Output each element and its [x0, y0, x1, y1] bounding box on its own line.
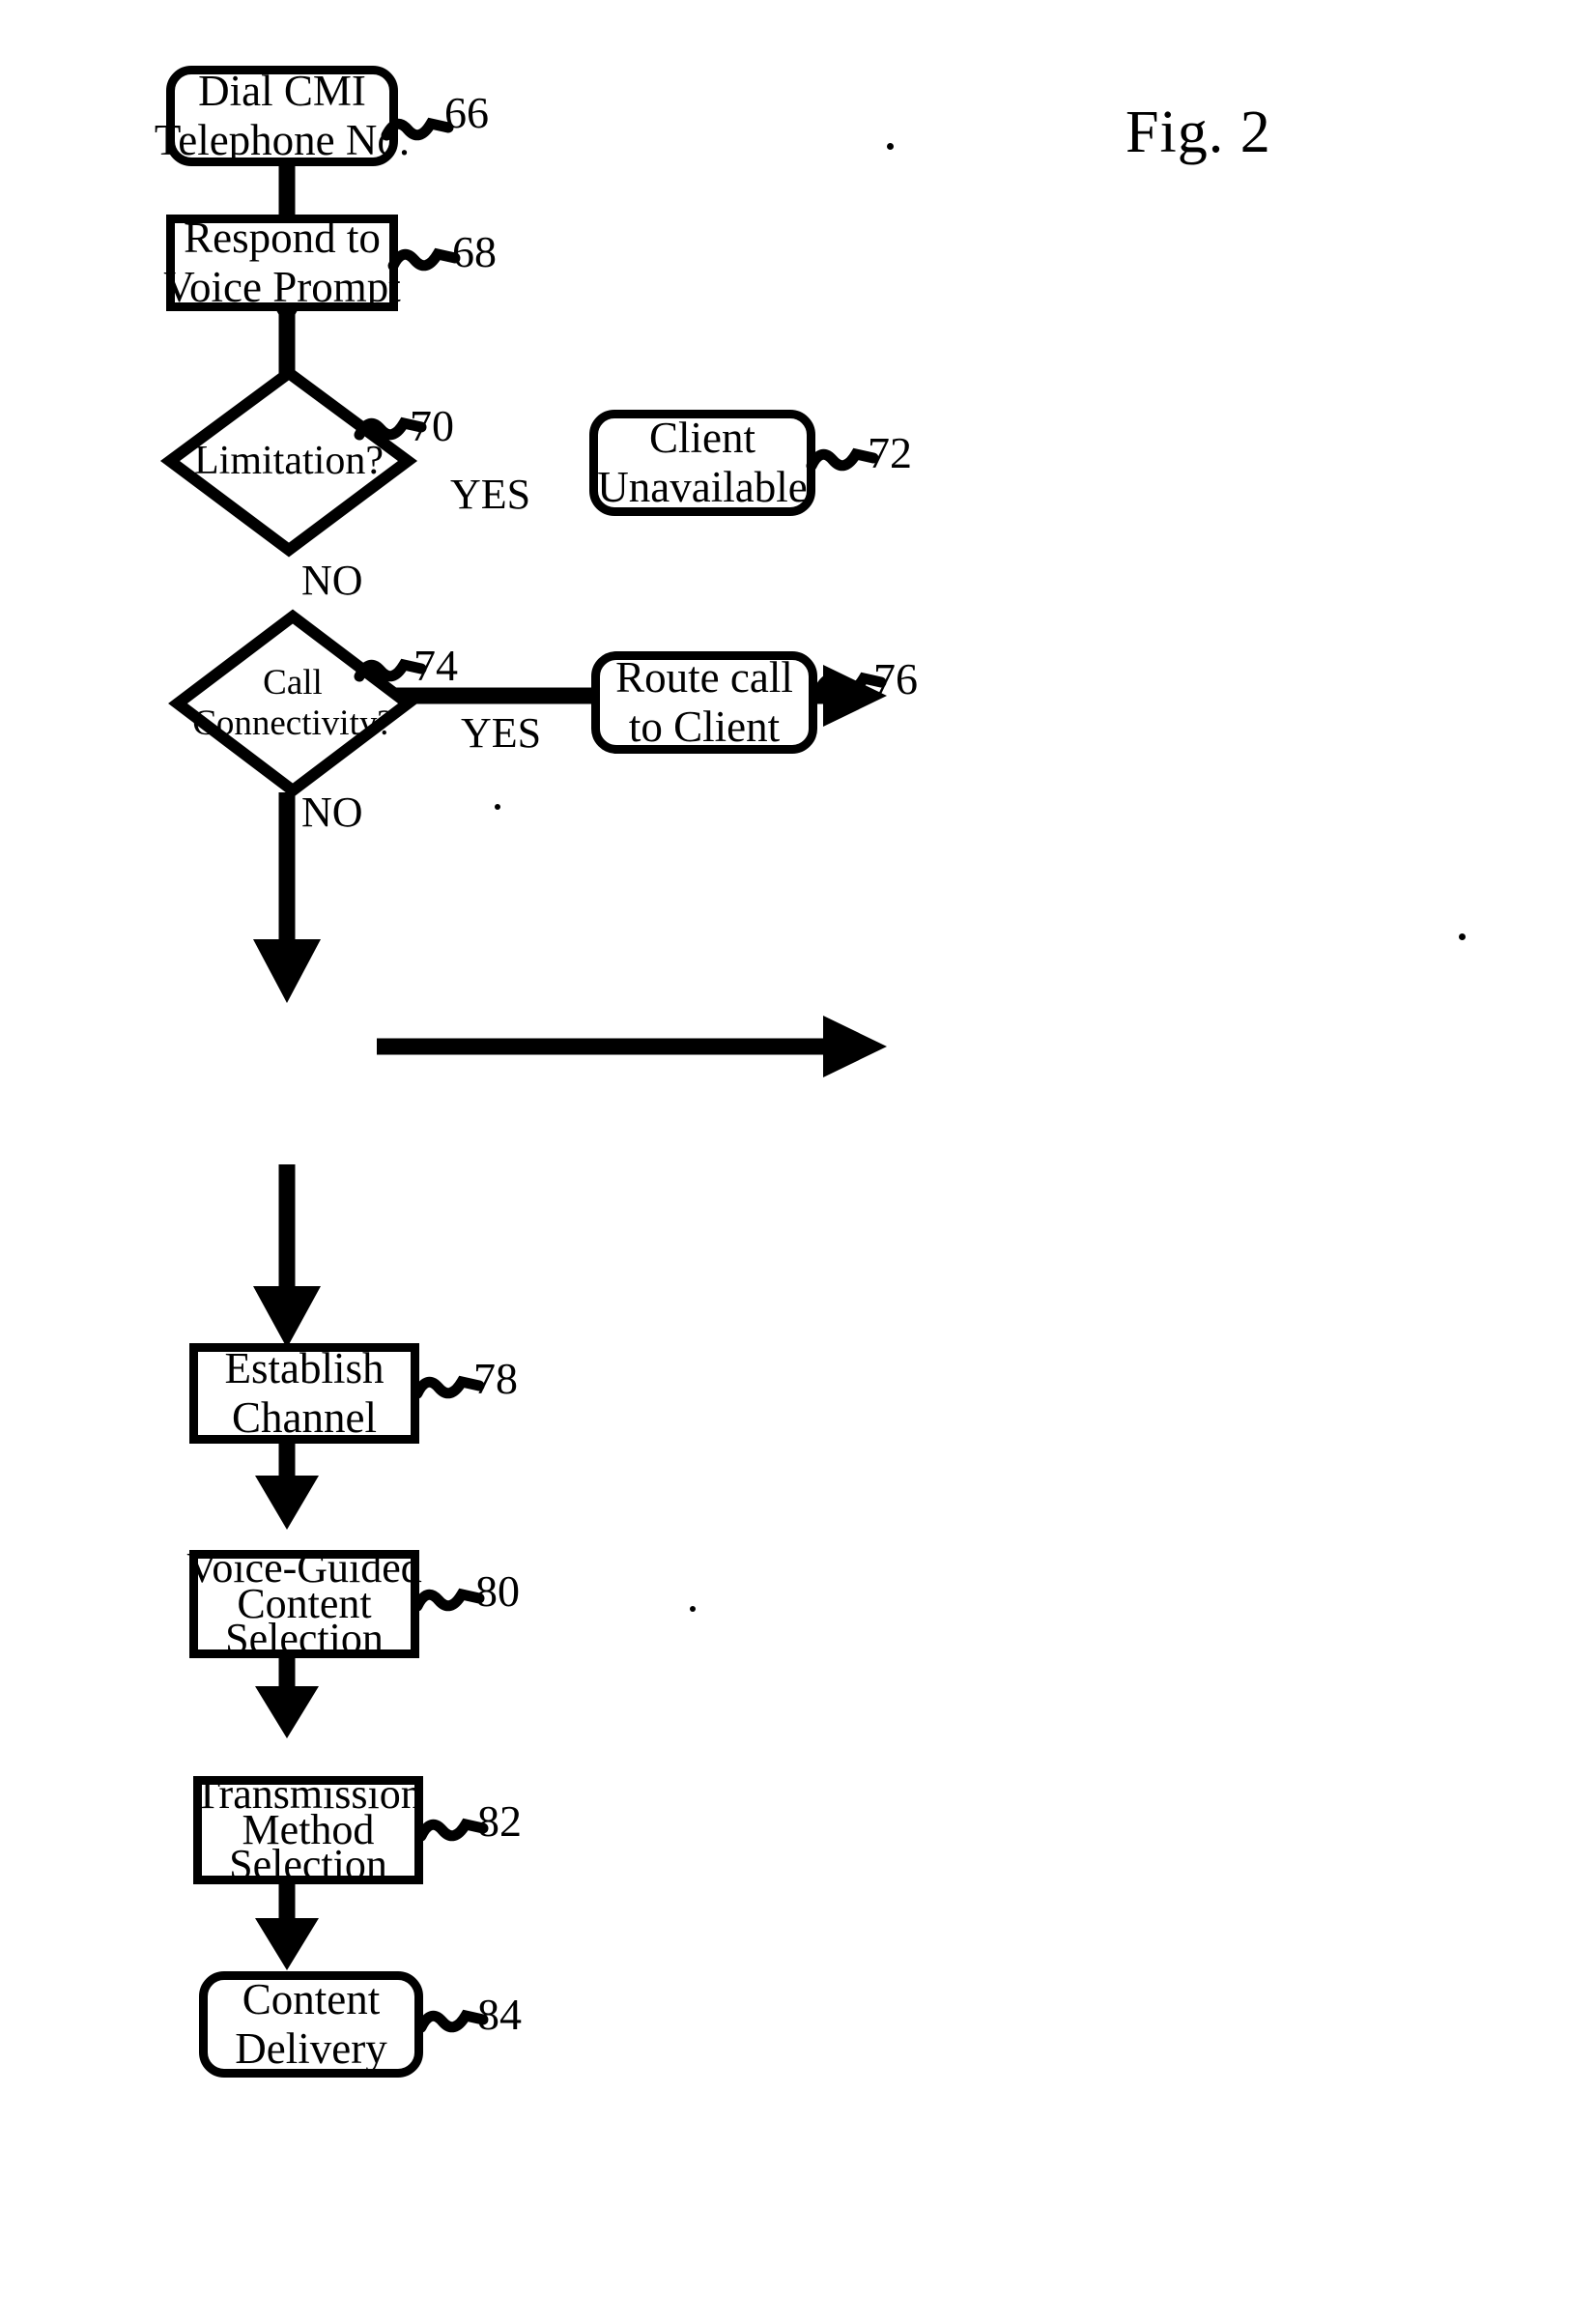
node-transmission-method-selection[interactable]: Transmission Method Selection	[193, 1772, 423, 1889]
scan-speck	[690, 1606, 696, 1612]
ref-num-72: 72	[868, 428, 912, 477]
ref-num-68: 68	[452, 227, 497, 276]
node-client-unavailable-line-2: Unavailable	[597, 463, 808, 511]
node-transmission-line-3: Selection	[229, 1841, 387, 1889]
node-respond-line-2: Voice Prompt	[163, 263, 401, 311]
node-respond-to-voice-prompt[interactable]: Respond to Voice Prompt	[163, 214, 401, 311]
ref-num-82: 82	[477, 1796, 522, 1846]
ref-num-80: 80	[475, 1566, 520, 1616]
ref-num-84: 84	[477, 1990, 522, 2039]
branch-label-connectivity-yes: YES	[461, 709, 542, 757]
node-content-delivery-line-2: Delivery	[235, 2024, 387, 2073]
scan-speck	[887, 143, 894, 150]
node-limitation-decision[interactable]: Limitation?	[159, 365, 418, 558]
scan-speck	[495, 804, 500, 810]
ref-num-66: 66	[444, 88, 489, 137]
node-dial-cmi-telephone-no[interactable]: Dial CMI Telephone No.	[155, 66, 410, 166]
ref-num-70: 70	[410, 401, 454, 450]
node-content-delivery[interactable]: Content Delivery	[199, 1971, 423, 2078]
arrow-connectivity-yes-to-route-call	[377, 1016, 898, 1077]
node-respond-line-1: Respond to	[184, 214, 381, 262]
branch-label-limitation-yes: YES	[450, 471, 531, 518]
node-dial-line-2: Telephone No.	[154, 116, 411, 164]
node-client-unavailable[interactable]: Client Unavailable	[589, 410, 815, 516]
figure-page: Fig. 2 Dial CMI Telephone No. 66 Respond…	[0, 0, 1596, 2323]
ref-num-74: 74	[413, 641, 458, 690]
figure-title: Fig. 2	[1126, 100, 1271, 165]
node-establish-line-2: Channel	[232, 1393, 377, 1442]
ref-num-76: 76	[873, 654, 918, 703]
node-content-delivery-line-1: Content	[242, 1975, 381, 2023]
leader-squiggle-80	[412, 1585, 485, 1620]
node-route-call-line-2: to Client	[628, 703, 781, 751]
node-dial-line-1: Dial CMI	[198, 67, 366, 115]
branch-label-connectivity-no: NO	[301, 789, 363, 836]
arrow-connectivity-no-to-establish	[243, 1164, 330, 1358]
scan-speck	[1459, 933, 1466, 940]
node-route-call-line-1: Route call	[615, 653, 793, 702]
ref-num-78: 78	[473, 1354, 518, 1403]
leader-squiggle-66	[381, 114, 454, 149]
node-voice-guided-line-3: Selection	[225, 1615, 384, 1663]
node-route-call-to-client[interactable]: Route call to Client	[591, 651, 817, 754]
node-establish-channel[interactable]: Establish Channel	[189, 1343, 419, 1444]
node-voice-guided-content-selection[interactable]: Voice-Guided Content Selection	[186, 1546, 422, 1663]
node-establish-line-1: Establish	[224, 1344, 385, 1392]
node-client-unavailable-line-1: Client	[649, 414, 755, 462]
branch-label-limitation-no: NO	[301, 557, 363, 604]
leader-squiggle-68	[387, 244, 461, 279]
node-call-connectivity-decision[interactable]: Call Connectivity?	[168, 609, 417, 798]
